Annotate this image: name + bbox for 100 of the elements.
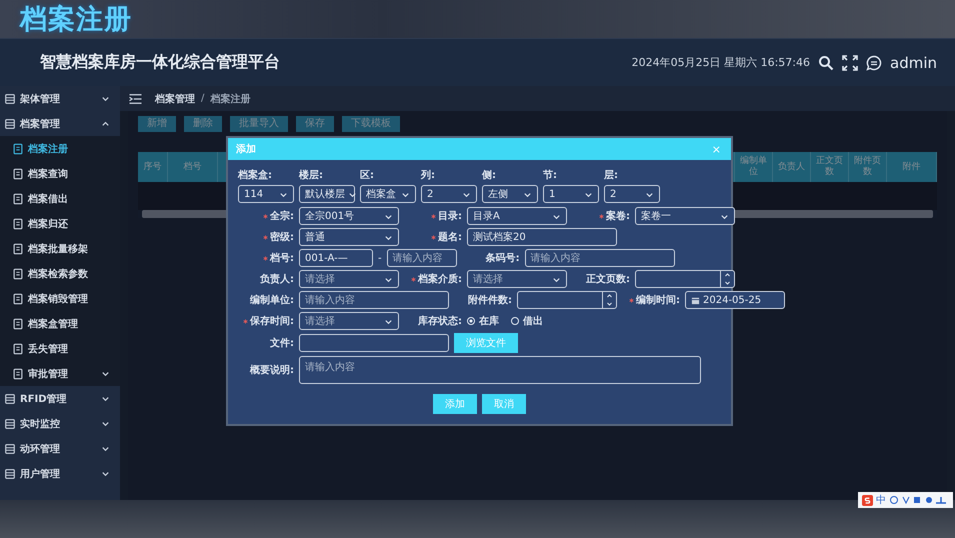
radio-option[interactable]: 在库	[467, 314, 499, 328]
select-field[interactable]: 默认楼层	[299, 185, 355, 203]
field-label: 负责人:	[260, 272, 294, 286]
select-field[interactable]: 2	[421, 185, 477, 203]
chevron-icon	[101, 394, 110, 403]
sidebar-subitem[interactable]: 档案归还	[0, 211, 120, 236]
file-field[interactable]	[299, 334, 449, 352]
document-icon	[12, 242, 24, 254]
sidebar-subitem[interactable]: 档案注册	[0, 136, 120, 161]
sidebar-subitem[interactable]: 档案销毁管理	[0, 286, 120, 311]
user-name[interactable]: admin	[890, 54, 937, 72]
chevron-icon	[101, 419, 110, 428]
search-icon[interactable]	[818, 54, 834, 70]
field-label: 概要说明:	[250, 364, 294, 377]
field-label: 题名:	[438, 230, 462, 244]
input-field[interactable]: 请输入内容	[386, 249, 457, 267]
input-field[interactable]: 001-A-—	[299, 249, 373, 267]
sidebar-subitem[interactable]: 档案查询	[0, 161, 120, 186]
field-label: 侧:	[482, 168, 497, 182]
chevron-icon	[101, 119, 110, 128]
textarea-field[interactable]: 请输入内容	[299, 356, 701, 384]
field-label: 目录:	[438, 210, 462, 223]
field-label: 编制单位:	[250, 294, 294, 307]
field-label: 正文页数:	[586, 272, 630, 286]
page-title: 档案注册	[20, 3, 132, 37]
number-field[interactable]	[517, 291, 617, 309]
select-field[interactable]: 普通	[299, 228, 399, 246]
radio-option[interactable]: 借出	[511, 314, 543, 328]
radio-label: 借出	[523, 314, 543, 328]
breadcrumb-current: 档案注册	[210, 92, 250, 106]
chevron-icon	[101, 469, 110, 478]
input-field[interactable]: 请输入内容	[299, 291, 449, 309]
sidebar-subitem[interactable]: 丢失管理	[0, 336, 120, 361]
sidebar-subitem[interactable]: 档案批量移架	[0, 236, 120, 261]
sidebar-item[interactable]: RFID管理	[0, 386, 120, 411]
document-icon	[12, 218, 24, 230]
input-field[interactable]: 请输入内容	[524, 249, 675, 267]
select-field[interactable]: 请选择	[299, 312, 399, 330]
breadcrumb-separator: /	[201, 93, 204, 104]
input-field[interactable]: 测试档案20	[467, 228, 617, 246]
ime-tools-icon	[889, 495, 949, 505]
sidebar-item[interactable]: 实时监控	[0, 411, 120, 436]
field-label: 保存时间:	[250, 314, 294, 328]
field-label: 区:	[360, 169, 375, 182]
select-field[interactable]: 请选择	[299, 270, 399, 288]
ime-toolbar[interactable]: 中	[858, 492, 953, 508]
date-field[interactable]: 2024-05-25	[685, 291, 785, 309]
rack-icon	[4, 92, 16, 104]
sidebar-subitem[interactable]: 档案借出	[0, 186, 120, 211]
app-title: 智慧档案库房一体化综合管理平台	[40, 52, 280, 73]
sidebar-item[interactable]: 架体管理	[0, 86, 120, 111]
dialog-title: 添加	[236, 142, 256, 156]
select-field[interactable]: 请选择	[467, 270, 567, 288]
radio-button[interactable]	[511, 317, 519, 325]
menu-icon[interactable]	[128, 92, 143, 104]
chevron-icon	[101, 444, 110, 453]
ime-logo-icon	[862, 494, 873, 506]
field-label: 档号:	[270, 252, 294, 265]
sidebar-subitem[interactable]: 档案盒管理	[0, 311, 120, 336]
field-label: 案卷:	[606, 209, 630, 223]
sidebar-subitem[interactable]: 审批管理	[0, 361, 120, 386]
sidebar-item[interactable]: 用户管理	[0, 461, 120, 486]
calendar-icon	[691, 296, 700, 304]
document-icon	[12, 368, 24, 380]
select-field[interactable]: 114	[238, 185, 294, 203]
field-label: 库存状态:	[418, 314, 462, 328]
document-icon	[12, 342, 24, 354]
chat-icon[interactable]	[866, 54, 882, 70]
field-label: 条码号:	[486, 252, 520, 265]
select-field[interactable]: 2	[604, 185, 660, 203]
select-field[interactable]: 1	[543, 185, 599, 203]
select-field[interactable]: 左侧	[482, 185, 538, 203]
sidebar-item[interactable]: 档案管理	[0, 111, 120, 136]
select-field[interactable]: 案卷一	[635, 207, 735, 225]
ime-mode: 中	[876, 494, 886, 507]
select-field[interactable]: 全宗001号	[299, 207, 399, 225]
document-icon	[12, 268, 24, 280]
field-label: 楼层:	[299, 168, 324, 182]
document-icon	[12, 192, 24, 204]
radio-button[interactable]	[467, 317, 475, 325]
sidebar-item[interactable]: 动环管理	[0, 436, 120, 461]
sidebar-subitem[interactable]: 档案检索参数	[0, 261, 120, 286]
field-label: 全宗:	[270, 209, 294, 223]
document-icon	[12, 168, 24, 180]
field-label: 密级:	[270, 230, 294, 244]
document-icon	[12, 142, 24, 154]
field-label: 列:	[421, 168, 436, 182]
document-icon	[12, 292, 24, 304]
fullscreen-icon[interactable]	[842, 54, 858, 70]
field-label: 文件:	[270, 336, 294, 350]
field-label: 节:	[543, 168, 558, 182]
breadcrumb-link[interactable]: 档案管理	[155, 92, 195, 106]
radio-label: 在库	[479, 314, 499, 328]
number-field[interactable]	[635, 270, 735, 288]
chevron-icon	[101, 94, 110, 103]
field-label: 档案盒:	[238, 168, 273, 182]
field-label: 附件件数:	[468, 294, 512, 307]
select-field[interactable]: 档案盒	[360, 185, 416, 203]
field-label: 层:	[604, 169, 619, 182]
select-field[interactable]: 目录A	[467, 207, 567, 225]
